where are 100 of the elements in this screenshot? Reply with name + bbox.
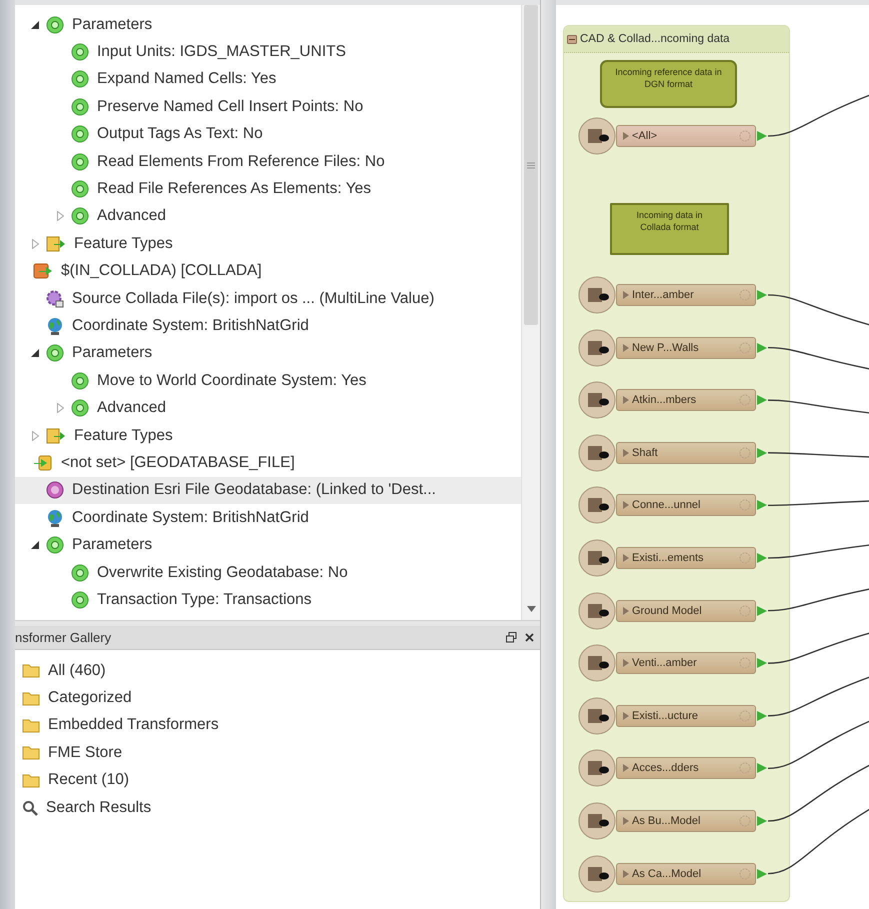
tree-item[interactable]: Feature Types (15, 230, 521, 258)
settings-icon[interactable] (739, 499, 751, 512)
feature-type-node[interactable]: Shaft (616, 442, 756, 464)
tree-item[interactable]: Parameters (15, 531, 521, 559)
gallery-item[interactable]: Embedded Transformers (22, 712, 540, 740)
settings-icon[interactable] (739, 815, 751, 827)
tree-item[interactable]: Advanced (15, 394, 521, 422)
expanded-arrow-icon[interactable] (31, 349, 39, 358)
tree-item[interactable]: Read Elements From Reference Files: No (15, 148, 521, 176)
tree-item[interactable]: Move to World Coordinate System: Yes (15, 367, 521, 394)
settings-icon[interactable] (739, 130, 751, 142)
gallery-item[interactable]: Recent (10) (22, 766, 540, 794)
settings-icon[interactable] (739, 342, 751, 354)
collapsed-arrow-icon[interactable] (56, 403, 64, 414)
settings-icon[interactable] (739, 552, 751, 564)
feature-type-node[interactable]: Acces...dders (616, 757, 756, 780)
tree-item[interactable]: Read File References As Elements: Yes (15, 175, 521, 203)
expand-arrow-icon[interactable] (623, 817, 629, 825)
tree-item[interactable]: Input Units: IGDS_MASTER_UNITS (15, 38, 521, 66)
expand-arrow-icon[interactable] (623, 554, 629, 562)
expand-arrow-icon[interactable] (623, 344, 629, 352)
feature-type-node[interactable]: <All> (616, 125, 756, 147)
gear-icon (71, 98, 89, 116)
expand-arrow-icon[interactable] (623, 712, 629, 720)
connection-line[interactable] (768, 588, 869, 612)
tree-item[interactable]: <not set> [GEODATABASE_FILE] (15, 449, 521, 477)
settings-icon[interactable] (739, 289, 751, 301)
scrollbar-thumb[interactable] (524, 5, 538, 325)
settings-icon[interactable] (739, 710, 751, 722)
feature-type-node[interactable]: Existi...ements (616, 547, 756, 569)
gallery-item[interactable]: Categorized (22, 684, 540, 712)
connection-line[interactable] (768, 808, 869, 874)
connection-line[interactable] (768, 720, 869, 770)
expand-arrow-icon[interactable] (623, 132, 629, 140)
tree-item[interactable]: Coordinate System: BritishNatGrid (15, 312, 521, 340)
connection-line[interactable] (768, 294, 869, 326)
settings-icon[interactable] (739, 762, 751, 774)
connection-line[interactable] (768, 676, 869, 716)
output-port-icon[interactable] (757, 131, 767, 141)
collapse-icon[interactable] (567, 34, 577, 44)
output-port-icon[interactable] (757, 553, 767, 563)
feature-type-node[interactable]: New P...Walls (616, 336, 756, 359)
feature-type-node[interactable]: Venti...amber (616, 652, 756, 674)
expand-arrow-icon[interactable] (623, 764, 629, 772)
tree-item[interactable]: Coordinate System: BritishNatGrid (15, 504, 521, 532)
expanded-arrow-icon[interactable] (31, 20, 39, 29)
close-icon[interactable] (525, 633, 534, 642)
restore-icon[interactable] (506, 632, 517, 643)
expand-arrow-icon[interactable] (623, 870, 629, 878)
tree-item[interactable]: Overwrite Existing Geodatabase: No (15, 558, 521, 586)
feature-type-node[interactable]: As Ca...Model (616, 862, 756, 885)
expand-arrow-icon[interactable] (623, 659, 629, 668)
connection-line[interactable] (768, 94, 869, 137)
connection-line[interactable] (768, 632, 869, 664)
scroll-down-icon[interactable] (526, 606, 536, 612)
tree-item[interactable]: Feature Types (15, 422, 521, 450)
tree-item[interactable]: Advanced (15, 202, 521, 230)
expand-arrow-icon[interactable] (623, 448, 629, 457)
expand-arrow-icon[interactable] (623, 396, 629, 404)
connection-line[interactable] (768, 452, 869, 458)
collapsed-arrow-icon[interactable] (32, 430, 38, 441)
panel-splitter[interactable] (540, 0, 556, 909)
settings-icon[interactable] (739, 604, 751, 617)
tree-item[interactable]: Parameters (15, 11, 521, 38)
tree-item[interactable]: Expand Named Cells: Yes (15, 66, 521, 94)
feature-type-node[interactable]: As Bu...Model (616, 810, 756, 832)
feature-type-node[interactable]: Inter...amber (616, 284, 756, 306)
connection-line[interactable] (768, 400, 869, 414)
output-port-icon[interactable] (757, 290, 767, 300)
tree-item[interactable]: Destination Esri File Geodatabase: (Linked to 'Dest... (15, 476, 521, 504)
gallery-item[interactable]: Search Results (22, 794, 540, 822)
collapsed-arrow-icon[interactable] (32, 238, 38, 249)
settings-icon[interactable] (739, 446, 751, 459)
feature-type-node[interactable]: Existi...ucture (616, 704, 756, 727)
expand-arrow-icon[interactable] (623, 501, 629, 510)
callout-note[interactable]: Incoming reference data in DGN format (600, 60, 737, 108)
feature-type-node[interactable]: Atkin...mbers (616, 389, 756, 412)
tree-item[interactable]: Preserve Named Cell Insert Points: No (15, 93, 521, 121)
collapsed-arrow-icon[interactable] (56, 211, 64, 222)
settings-icon[interactable] (739, 394, 751, 406)
connection-line[interactable] (768, 500, 869, 506)
connection-line[interactable] (768, 764, 869, 822)
tree-item[interactable]: Output Tags As Text: No (15, 120, 521, 148)
expanded-arrow-icon[interactable] (31, 541, 39, 550)
gallery-item[interactable]: All (460) (22, 657, 540, 684)
feature-type-node[interactable]: Conne...unnel (616, 494, 756, 516)
feature-type-node[interactable]: Ground Model (616, 600, 756, 622)
gallery-item[interactable]: FME Store (22, 739, 540, 767)
expand-arrow-icon[interactable] (623, 606, 629, 615)
tree-item[interactable]: $(IN_COLLADA) [COLLADA] (15, 258, 521, 285)
tree-item[interactable]: Transaction Type: Transactions (15, 586, 521, 614)
annotation-note[interactable]: Incoming data in Collada format (610, 203, 729, 255)
output-port-icon[interactable] (757, 816, 767, 826)
settings-icon[interactable] (739, 657, 751, 670)
tree-item[interactable]: Parameters (15, 340, 521, 368)
tree-item[interactable]: Source Collada File(s): import os ... (MultiLine Value) (15, 284, 521, 312)
connection-line[interactable] (768, 346, 869, 370)
expand-arrow-icon[interactable] (623, 291, 629, 299)
settings-icon[interactable] (739, 868, 751, 880)
connection-line[interactable] (768, 544, 869, 559)
